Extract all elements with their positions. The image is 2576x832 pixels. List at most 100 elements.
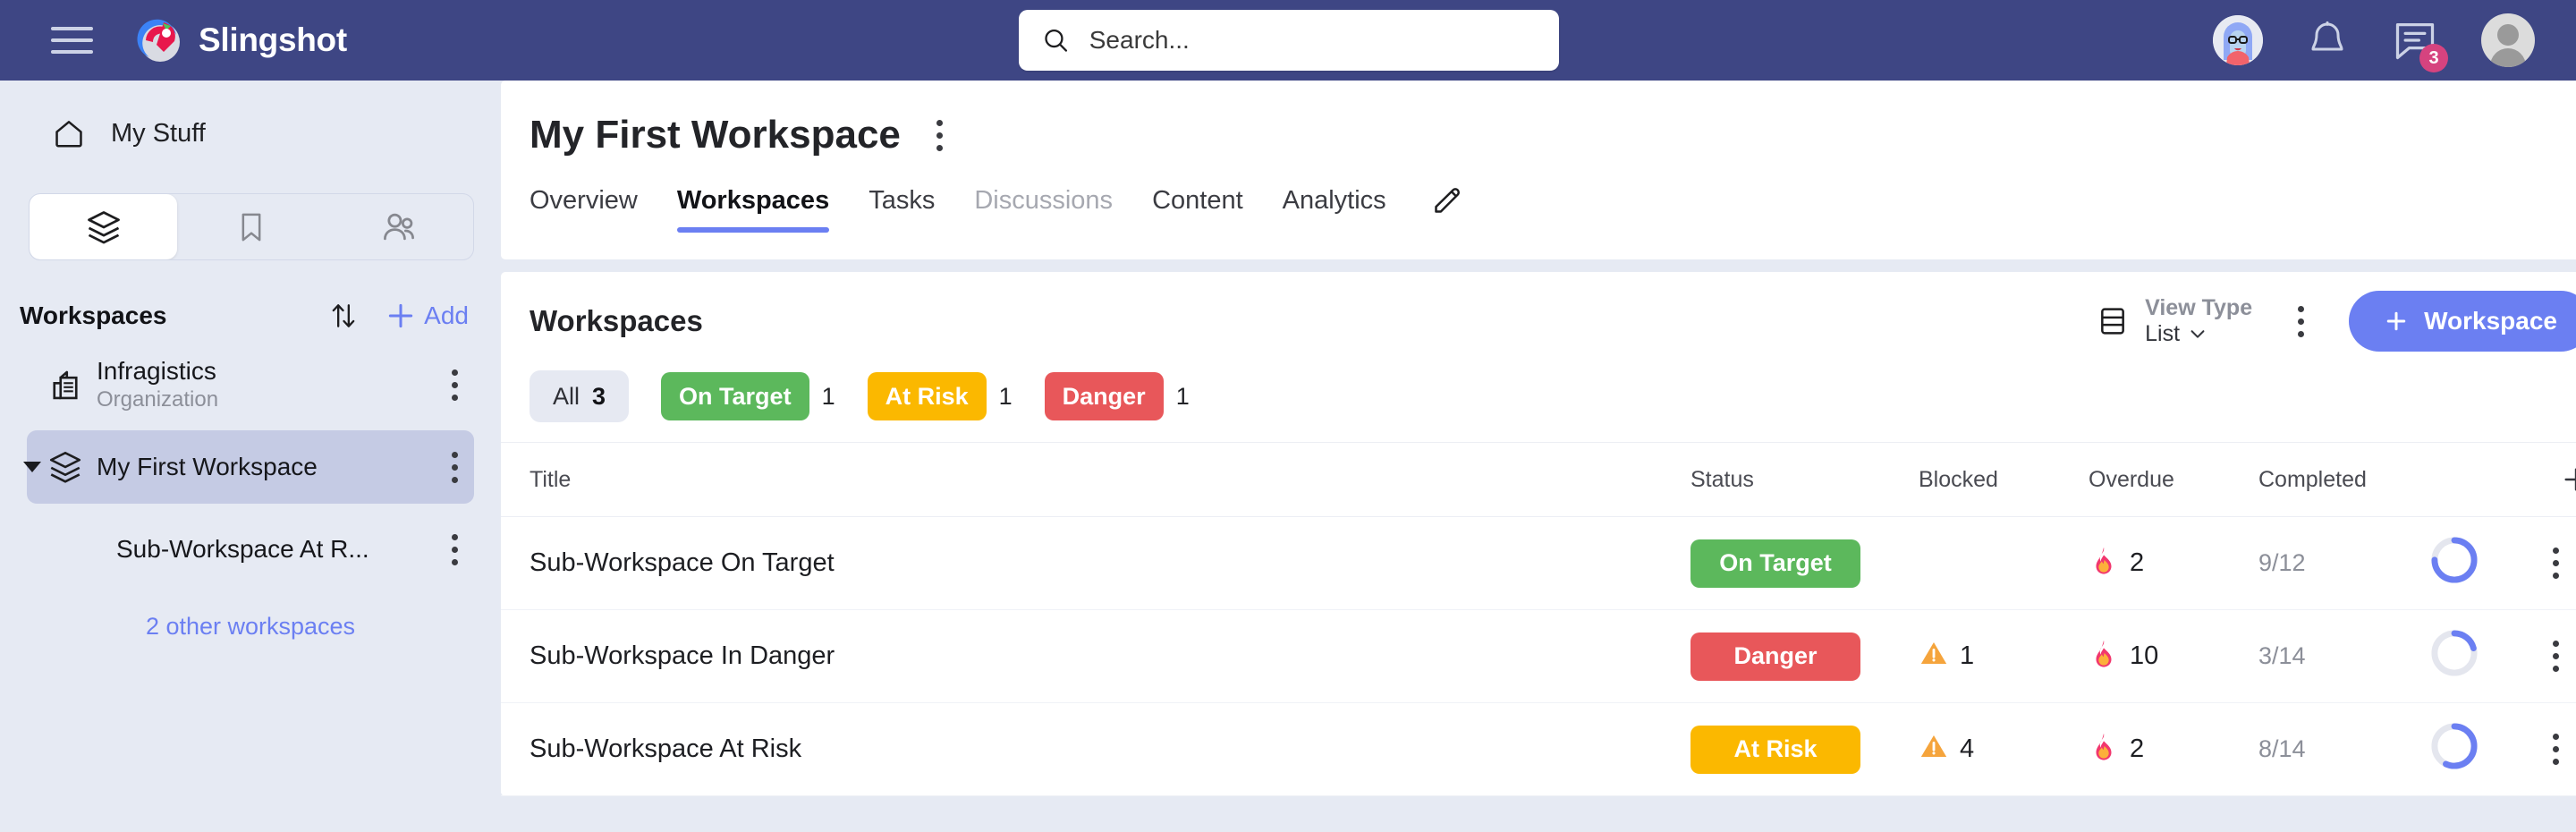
row-overdue-value: 2: [2130, 548, 2145, 577]
sort-arrows-icon[interactable]: [320, 293, 367, 339]
filter-chip-label: Danger: [1044, 372, 1164, 420]
filter-chip-danger[interactable]: Danger 1: [1044, 372, 1190, 420]
row-completed-cell: 3/14: [2258, 609, 2428, 703]
add-column-button[interactable]: [2536, 464, 2576, 495]
sidebar-tab-people[interactable]: [326, 194, 473, 259]
kebab-menu-icon[interactable]: [2536, 641, 2575, 672]
brand[interactable]: Slingshot: [137, 17, 347, 64]
search-bar[interactable]: [1019, 10, 1559, 71]
kebab-menu-icon[interactable]: [2536, 734, 2575, 765]
sidebar-item-subtitle: Organization: [97, 387, 219, 412]
row-overdue-cell: 10: [2089, 609, 2258, 703]
kebab-menu-icon[interactable]: [2536, 548, 2575, 579]
other-workspaces-link[interactable]: 2 other workspaces: [0, 613, 501, 641]
people-icon: [384, 213, 415, 240]
row-blocked-cell: [1919, 516, 2089, 610]
tab-content[interactable]: Content: [1132, 186, 1263, 233]
filter-chip-count: 3: [592, 382, 606, 410]
tab-overview[interactable]: Overview: [530, 186, 657, 233]
table-body: Sub-Workspace On Target On Target 2 9/12…: [501, 516, 2576, 796]
sidebar-item-my-first-workspace[interactable]: My First Workspace: [23, 430, 474, 504]
kebab-menu-icon[interactable]: [920, 119, 960, 151]
chat-icon[interactable]: 3: [2392, 17, 2448, 72]
row-menu-cell: [2536, 702, 2576, 796]
fire-icon: [2089, 545, 2119, 582]
user-avatar-icon[interactable]: [2481, 13, 2535, 67]
filter-chip-all[interactable]: All 3: [530, 370, 630, 422]
row-title[interactable]: Sub-Workspace On Target: [501, 516, 1690, 610]
kebab-menu-icon[interactable]: [435, 451, 474, 483]
filter-chip-on-target[interactable]: On Target 1: [661, 372, 835, 420]
bell-icon[interactable]: [2306, 19, 2349, 62]
pencil-icon[interactable]: [1429, 183, 1465, 235]
sidebar-tab-group: [29, 193, 474, 260]
filter-chip-label: On Target: [661, 372, 809, 420]
sidebar-item-label: Sub-Workspace At R...: [116, 535, 369, 563]
top-navigation-bar: Slingshot Search... 3: [0, 0, 2576, 81]
row-title[interactable]: Sub-Workspace At Risk: [501, 702, 1690, 796]
view-type-value: List: [2145, 320, 2181, 346]
column-header-blocked[interactable]: Blocked: [1919, 442, 2089, 517]
column-header-title[interactable]: Title: [501, 442, 1690, 517]
tab-workspaces[interactable]: Workspaces: [657, 186, 849, 233]
grid-heading: Workspaces: [530, 304, 703, 337]
filter-chip-label: At Risk: [867, 372, 987, 420]
workspaces-grid-card: Workspaces View Type List Workspace All …: [501, 272, 2576, 796]
view-type-selector[interactable]: View Type List: [2095, 295, 2252, 347]
workspaces-table: Title Status Blocked Overdue Completed S…: [501, 442, 2576, 796]
add-workspace-button-label: Workspace: [2424, 307, 2557, 335]
sidebar-tab-bookmarks[interactable]: [177, 194, 325, 259]
chevron-down-icon: [2190, 330, 2205, 339]
page-body: My Stuff Workspaces Add Infragistics Org…: [0, 81, 2576, 832]
layers-icon: [87, 210, 120, 243]
fire-icon: [2089, 638, 2119, 675]
sidebar-tab-workspaces[interactable]: [30, 194, 178, 259]
kebab-menu-icon[interactable]: [435, 533, 474, 565]
tab-tasks[interactable]: Tasks: [849, 186, 954, 233]
page-title: My First Workspace: [530, 113, 901, 157]
kebab-menu-icon[interactable]: [435, 369, 474, 401]
sidebar: My Stuff Workspaces Add Infragistics Org…: [0, 81, 501, 832]
row-completed-value: 3/14: [2258, 642, 2306, 669]
sidebar-item-sub-workspace-at-risk[interactable]: Sub-Workspace At R...: [27, 513, 474, 586]
table-row[interactable]: Sub-Workspace In Danger Danger 1 10 3/14: [501, 609, 2576, 703]
table-row[interactable]: Sub-Workspace At Risk At Risk 4 2 8/14: [501, 702, 2576, 796]
tab-discussions: Discussions: [974, 185, 1114, 215]
row-overdue-value: 10: [2130, 641, 2159, 670]
row-status-cell: On Target: [1690, 516, 1919, 610]
sidebar-item-label: My First Workspace: [97, 453, 318, 480]
table-row[interactable]: Sub-Workspace On Target On Target 2 9/12: [501, 516, 2576, 610]
row-status-cell: At Risk: [1690, 702, 1919, 796]
row-completed-cell: 8/14: [2258, 702, 2428, 796]
filter-chip-at-risk[interactable]: At Risk 1: [867, 372, 1013, 420]
brand-name: Slingshot: [199, 21, 347, 58]
workspace-tabs: Overview Workspaces Tasks Discussions Co…: [501, 183, 2576, 235]
sidebar-item-label: Infragistics: [97, 357, 216, 385]
sidebar-item-infragistics[interactable]: Infragistics Organization: [27, 348, 474, 421]
row-blocked-cell: 1: [1919, 609, 2089, 703]
view-type-label: View Type: [2145, 295, 2253, 321]
column-header-completed[interactable]: Completed: [2258, 442, 2428, 517]
sidebar-item-label: My Stuff: [111, 118, 206, 148]
row-completed-cell: 9/12: [2258, 516, 2428, 610]
add-workspace-link[interactable]: Add: [383, 298, 469, 334]
status-filter-chips: All 3 On Target 1 At Risk 1 Danger 1: [501, 370, 2576, 442]
column-header-status[interactable]: Status: [1690, 442, 1919, 517]
chevron-down-icon[interactable]: [23, 462, 41, 472]
add-workspace-label: Add: [424, 301, 469, 329]
row-progress-cell: [2428, 516, 2536, 610]
filter-chip-count: 1: [998, 382, 1013, 410]
row-title[interactable]: Sub-Workspace In Danger: [501, 609, 1690, 703]
sidebar-item-my-stuff[interactable]: My Stuff: [0, 104, 501, 163]
column-header-overdue[interactable]: Overdue: [2089, 442, 2258, 517]
filter-chip-count: 1: [1175, 382, 1190, 410]
top-bar-actions: 3: [2213, 0, 2535, 81]
assistant-avatar-icon[interactable]: [2213, 15, 2263, 65]
row-progress-cell: [2428, 702, 2536, 796]
search-input[interactable]: [1089, 26, 1536, 55]
tab-analytics[interactable]: Analytics: [1263, 186, 1406, 233]
kebab-menu-icon[interactable]: [2281, 305, 2320, 337]
hamburger-icon[interactable]: [51, 27, 93, 54]
add-workspace-button[interactable]: Workspace: [2349, 291, 2576, 352]
status-badge: On Target: [1690, 539, 1860, 588]
